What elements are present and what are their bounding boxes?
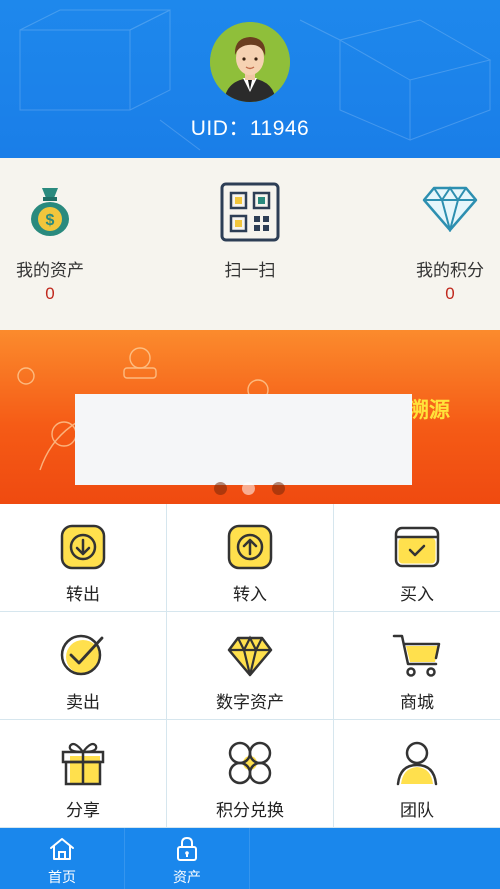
gift-icon bbox=[61, 742, 105, 786]
bottom-nav: 首页 资产 bbox=[0, 828, 500, 889]
profile-header: UID：11946 bbox=[0, 0, 500, 158]
home-icon bbox=[50, 838, 74, 860]
grid-item-points-exchange[interactable]: 积分兑换 bbox=[167, 720, 334, 828]
arrow-up-icon bbox=[227, 524, 273, 570]
nav-item-home[interactable]: 首页 bbox=[0, 828, 125, 889]
grid-label: 卖出 bbox=[66, 693, 100, 713]
grid-label: 买入 bbox=[400, 585, 434, 605]
cart-icon bbox=[392, 634, 441, 677]
qr-code-icon bbox=[220, 182, 280, 242]
quick-my-assets[interactable]: $ 我的资产 0 bbox=[0, 158, 130, 330]
banner-title: 溯源 bbox=[408, 398, 450, 422]
grid-item-mall[interactable]: 商城 bbox=[334, 612, 500, 720]
quick-label: 我的积分 bbox=[416, 261, 484, 281]
money-bag-icon: $ bbox=[31, 188, 69, 236]
grid-item-transfer-out[interactable]: 转出 bbox=[0, 504, 167, 612]
grid-label: 数字资产 bbox=[216, 693, 284, 713]
grid-item-team[interactable]: 团队 bbox=[334, 720, 500, 828]
lock-icon bbox=[177, 836, 197, 861]
quick-my-points[interactable]: 我的积分 0 bbox=[370, 158, 500, 330]
clover-icon bbox=[228, 741, 272, 785]
quick-actions: $ 我的资产 0 扫一扫 我的积分 0 bbox=[0, 158, 500, 330]
gem-icon bbox=[227, 635, 273, 677]
grid-label: 分享 bbox=[66, 801, 100, 821]
svg-text:$: $ bbox=[46, 212, 55, 229]
nav-item-assets[interactable]: 资产 bbox=[125, 828, 250, 889]
user-avatar-icon bbox=[210, 22, 290, 102]
grid-label: 商城 bbox=[400, 693, 434, 713]
grid-label: 转入 bbox=[233, 585, 267, 605]
carousel-dot[interactable] bbox=[242, 482, 255, 495]
function-grid: 转出 转入 买入 卖出 数字资产 商城 分享 积分兑换 团队 bbox=[0, 504, 500, 828]
nav-label: 资产 bbox=[173, 870, 201, 886]
carousel-dot[interactable] bbox=[272, 482, 285, 495]
grid-label: 积分兑换 bbox=[216, 801, 284, 821]
grid-item-sell[interactable]: 卖出 bbox=[0, 612, 167, 720]
quick-value: 0 bbox=[445, 284, 455, 303]
team-user-icon bbox=[396, 741, 438, 786]
grid-label: 转出 bbox=[66, 585, 100, 605]
calendar-check-icon bbox=[394, 526, 440, 568]
carousel-dot[interactable] bbox=[214, 482, 227, 495]
arrow-down-icon bbox=[60, 524, 106, 570]
avatar[interactable] bbox=[210, 22, 290, 102]
grid-item-buy[interactable]: 买入 bbox=[334, 504, 500, 612]
uid-label: UID：11946 bbox=[190, 117, 310, 140]
check-circle-icon bbox=[60, 634, 104, 676]
grid-item-digital-assets[interactable]: 数字资产 bbox=[167, 612, 334, 720]
grid-item-transfer-in[interactable]: 转入 bbox=[167, 504, 334, 612]
banner-overlay bbox=[75, 394, 412, 485]
grid-item-share[interactable]: 分享 bbox=[0, 720, 167, 828]
quick-label: 我的资产 bbox=[16, 261, 84, 281]
quick-value: 0 bbox=[45, 284, 55, 303]
quick-scan[interactable]: 扫一扫 bbox=[170, 158, 330, 330]
promo-banner[interactable]: 溯源 bbox=[0, 330, 500, 504]
grid-label: 团队 bbox=[400, 801, 434, 821]
nav-label: 首页 bbox=[48, 870, 76, 886]
diamond-icon bbox=[422, 186, 478, 232]
quick-label: 扫一扫 bbox=[224, 261, 276, 281]
